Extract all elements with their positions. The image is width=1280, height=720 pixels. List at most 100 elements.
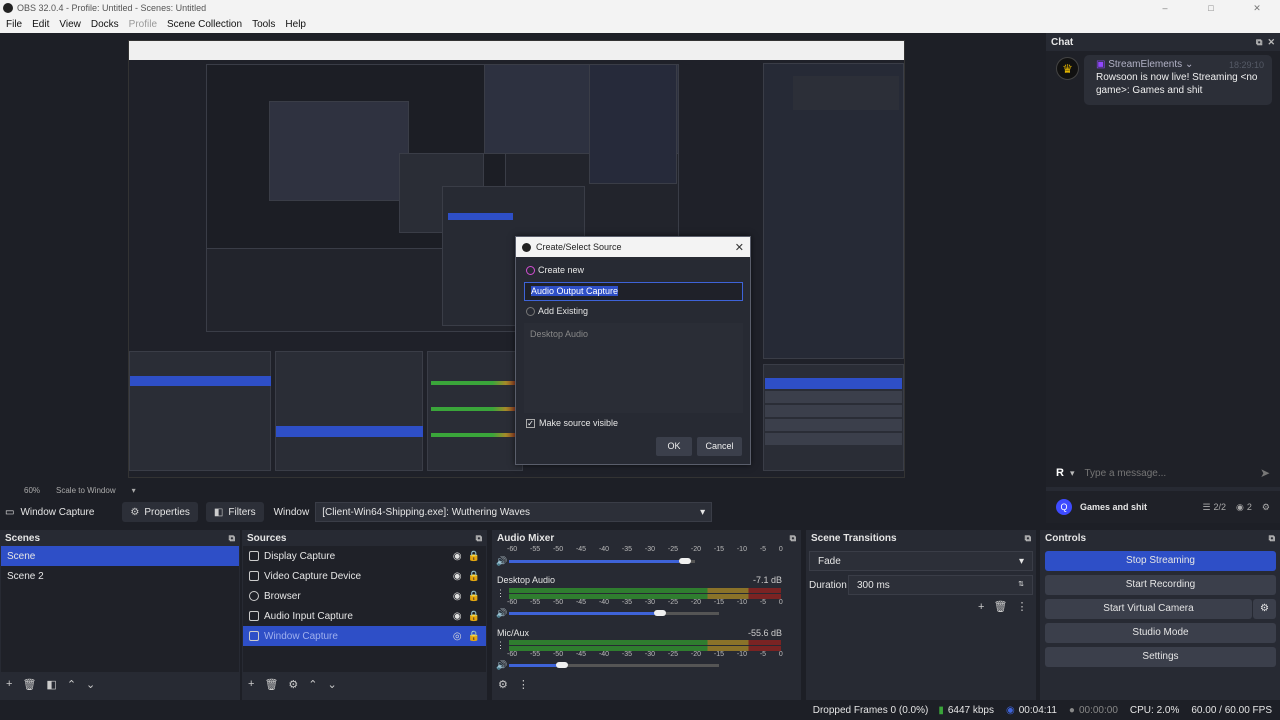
source-item[interactable]: Display Capture ◉ 🔒 bbox=[243, 546, 486, 566]
float-dock-icon[interactable]: ⧉ bbox=[790, 533, 796, 544]
window-select[interactable]: [Client-Win64-Shipping.exe]: Wuthering W… bbox=[315, 502, 713, 522]
advanced-audio-icon[interactable]: ⚙ bbox=[498, 678, 508, 691]
menu-help[interactable]: Help bbox=[281, 19, 310, 30]
trash-icon[interactable]: 🗑 bbox=[264, 678, 278, 691]
trash-icon[interactable]: 🗑 bbox=[994, 601, 1008, 613]
dialog-close-button[interactable]: ✕ bbox=[735, 241, 744, 254]
speaker-icon[interactable]: 🔊 bbox=[496, 556, 507, 567]
float-dock-icon[interactable]: ⧉ bbox=[229, 533, 235, 544]
scale-tick-label: -55 bbox=[529, 651, 541, 658]
kebab-menu-icon[interactable]: ⋮ bbox=[518, 678, 529, 691]
kebab-menu-icon[interactable]: ⋮ bbox=[496, 588, 505, 599]
gear-icon[interactable]: ⚙ bbox=[288, 678, 298, 691]
create-new-option[interactable]: Create new bbox=[526, 265, 584, 275]
ok-button[interactable]: OK bbox=[656, 437, 692, 456]
float-dock-icon[interactable]: ⧉ bbox=[1256, 37, 1262, 48]
speaker-icon[interactable]: 🔊 bbox=[496, 660, 507, 671]
scale-tick-label: -25 bbox=[667, 599, 679, 606]
chevron-up-icon[interactable]: ⌃ bbox=[67, 678, 76, 691]
menu-docks[interactable]: Docks bbox=[87, 19, 123, 30]
eye-icon[interactable]: ◉ bbox=[453, 611, 462, 622]
virtual-camera-settings-button[interactable]: ⚙ bbox=[1253, 599, 1276, 619]
user-badge[interactable]: R bbox=[1056, 467, 1064, 479]
lock-icon[interactable]: 🔒 bbox=[468, 551, 480, 562]
filters-button[interactable]: ◧ Filters bbox=[205, 502, 264, 522]
menu-profile[interactable]: Profile bbox=[125, 19, 161, 30]
eye-icon[interactable]: ◉ bbox=[453, 551, 462, 562]
volume-knob[interactable] bbox=[679, 558, 691, 564]
nested-virtual-camera bbox=[765, 405, 902, 417]
add-existing-radio[interactable] bbox=[526, 306, 535, 316]
float-dock-icon[interactable]: ⧉ bbox=[1025, 533, 1031, 544]
make-visible-option[interactable]: ✓ Make source visible bbox=[526, 418, 618, 428]
duration-input[interactable]: 300 ms ⇅ bbox=[848, 575, 1033, 595]
settings-button[interactable]: Settings bbox=[1045, 647, 1276, 667]
source-item[interactable]: Audio Input Capture ◉ 🔒 bbox=[243, 606, 486, 626]
menu-view[interactable]: View bbox=[55, 19, 85, 30]
maximize-button[interactable]: □ bbox=[1188, 3, 1234, 13]
scale-tick-label: -35 bbox=[621, 546, 633, 553]
menu-tools[interactable]: Tools bbox=[248, 19, 279, 30]
add-existing-option[interactable]: Add Existing bbox=[526, 306, 588, 316]
menu-file[interactable]: File bbox=[2, 19, 26, 30]
float-dock-icon[interactable]: ⧉ bbox=[1269, 533, 1275, 544]
add-icon[interactable]: + bbox=[248, 678, 254, 690]
source-name-input[interactable]: Audio Output Capture bbox=[524, 282, 743, 301]
window-select-value: [Client-Win64-Shipping.exe]: Wuthering W… bbox=[322, 507, 531, 518]
volume-knob[interactable] bbox=[555, 662, 568, 668]
source-item[interactable]: Video Capture Device ◉ 🔒 bbox=[243, 566, 486, 586]
trash-icon[interactable]: 🗑 bbox=[22, 678, 36, 691]
stop-streaming-button[interactable]: Stop Streaming bbox=[1045, 551, 1276, 571]
make-visible-checkbox[interactable]: ✓ bbox=[526, 418, 535, 428]
controls-dock-title: Controls ⧉ bbox=[1045, 532, 1275, 544]
menu-scene-collection[interactable]: Scene Collection bbox=[163, 19, 246, 30]
scene-item[interactable]: Scene bbox=[1, 546, 239, 566]
add-icon[interactable]: + bbox=[6, 678, 12, 690]
lock-icon[interactable]: 🔒 bbox=[468, 591, 480, 602]
kebab-menu-icon[interactable]: ⋮ bbox=[496, 640, 505, 651]
eye-off-icon[interactable]: ◎ bbox=[453, 631, 462, 642]
transition-select[interactable]: Fade ▾ bbox=[809, 551, 1033, 571]
scenes-toolbar: + 🗑 ◧ ⌃ ⌄ bbox=[0, 676, 105, 692]
chevron-down-icon[interactable]: ▾ bbox=[132, 486, 136, 495]
speaker-icon[interactable]: 🔊 bbox=[496, 608, 507, 619]
dialog-title-bar: Create/Select Source ✕ bbox=[516, 237, 750, 257]
scale-tick-label: -20 bbox=[690, 599, 701, 606]
lock-icon[interactable]: 🔒 bbox=[468, 571, 480, 582]
chevron-up-icon[interactable]: ⌃ bbox=[308, 678, 317, 691]
scene-item[interactable]: Scene 2 bbox=[1, 566, 239, 586]
chevron-down-icon[interactable]: ⌄ bbox=[86, 678, 95, 691]
existing-source-item[interactable]: Desktop Audio bbox=[530, 329, 737, 339]
sources-dock-title: Sources ⧉ bbox=[247, 532, 482, 544]
cancel-button[interactable]: Cancel bbox=[697, 437, 742, 456]
lock-icon[interactable]: 🔒 bbox=[468, 631, 480, 642]
float-dock-icon[interactable]: ⧉ bbox=[476, 533, 482, 544]
add-icon[interactable]: + bbox=[978, 601, 984, 613]
avatar: ♛ bbox=[1056, 57, 1079, 80]
send-icon[interactable]: ➤ bbox=[1260, 466, 1270, 480]
zoom-mode[interactable]: Scale to Window bbox=[56, 486, 116, 495]
eye-icon[interactable]: ◉ bbox=[453, 591, 462, 602]
properties-button[interactable]: ⚙ Properties bbox=[122, 502, 198, 522]
scale-tick-label: -35 bbox=[621, 599, 633, 606]
source-item[interactable]: Window Capture ◎ 🔒 bbox=[243, 626, 486, 646]
gear-icon[interactable]: ⚙ bbox=[1262, 502, 1270, 513]
chat-message-input[interactable] bbox=[1074, 467, 1260, 479]
create-new-radio[interactable] bbox=[526, 265, 535, 275]
start-recording-button[interactable]: Start Recording bbox=[1045, 575, 1276, 595]
start-virtual-camera-button[interactable]: Start Virtual Camera bbox=[1045, 599, 1252, 619]
close-window-button[interactable]: ✕ bbox=[1234, 3, 1280, 14]
preview-area[interactable]: Create/Select Source ✕ Create new Audio … bbox=[0, 33, 1040, 483]
lock-icon[interactable]: 🔒 bbox=[468, 611, 480, 622]
chevron-down-icon[interactable]: ⌄ bbox=[328, 678, 337, 691]
minimize-button[interactable]: – bbox=[1142, 3, 1188, 13]
close-dock-icon[interactable]: ✕ bbox=[1267, 37, 1275, 48]
existing-sources-list[interactable]: Desktop Audio bbox=[524, 323, 743, 413]
volume-knob[interactable] bbox=[654, 610, 667, 616]
eye-icon[interactable]: ◉ bbox=[453, 571, 462, 582]
menu-edit[interactable]: Edit bbox=[28, 19, 53, 30]
studio-mode-button[interactable]: Studio Mode bbox=[1045, 623, 1276, 643]
kebab-menu-icon[interactable]: ⋮ bbox=[1017, 601, 1028, 613]
source-item[interactable]: Browser ◉ 🔒 bbox=[243, 586, 486, 606]
filter-icon[interactable]: ◧ bbox=[46, 678, 56, 691]
